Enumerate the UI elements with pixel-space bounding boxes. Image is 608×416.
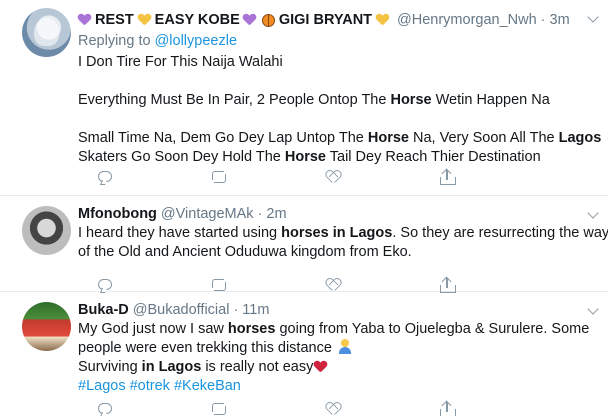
- yellow-heart-emoji-icon: [376, 14, 389, 26]
- like-button[interactable]: [324, 400, 342, 416]
- separator-dot: ·: [540, 12, 546, 28]
- separator-dot: ·: [257, 206, 263, 222]
- avatar-figure: [34, 18, 59, 46]
- reply-icon: [98, 171, 112, 182]
- replying-to-link[interactable]: @lollypeezle: [155, 33, 237, 49]
- replying-prefix: Replying to: [78, 33, 151, 49]
- hashtags: #Lagos #otrek #KekeBan: [78, 377, 584, 396]
- tweet-text: My God just now I saw horses going from …: [78, 320, 590, 396]
- avatar[interactable]: [22, 206, 71, 255]
- chevron-down-icon[interactable]: [586, 304, 600, 318]
- hashtag-link[interactable]: #Lagos: [78, 378, 126, 394]
- broken-heart-emoji-icon: [314, 361, 327, 373]
- tweet-text: I heard they have started using horses i…: [78, 224, 608, 262]
- like-icon: [326, 403, 340, 416]
- timestamp[interactable]: 2m: [266, 206, 286, 222]
- user-handle[interactable]: @Bukadofficial: [133, 302, 230, 318]
- purple-heart-emoji-icon: [78, 14, 91, 26]
- retweet-icon: [211, 279, 227, 291]
- highlighted-term: Horse: [367, 130, 409, 146]
- tweet-header: Buka-D @Bukadofficial · 11m: [78, 300, 269, 320]
- yellow-heart-emoji-icon: [138, 14, 151, 26]
- share-button[interactable]: [438, 400, 456, 416]
- reply-button[interactable]: [96, 168, 114, 186]
- tweet-line: Small Time Na, Dem Go Dey Lap Untop The …: [78, 130, 602, 146]
- retweet-icon: [211, 403, 227, 415]
- display-name-part[interactable]: REST: [95, 12, 134, 28]
- tweet-line: Surviving in Lagos is really not easy: [78, 358, 584, 377]
- timeline: REST EASY KOBE GIGI BRYANT @Henrymorgan_…: [0, 0, 608, 416]
- highlighted-term: Horse: [284, 149, 326, 165]
- display-name-part[interactable]: EASY KOBE: [155, 12, 240, 28]
- tweet-line: My God just now I saw horses going from …: [78, 321, 590, 337]
- chevron-down-icon[interactable]: [586, 12, 600, 26]
- share-icon: [440, 276, 456, 293]
- replying-to: Replying to @lollypeezle: [78, 33, 237, 49]
- purple-heart-emoji-icon: [243, 14, 256, 26]
- timestamp[interactable]: 11m: [242, 302, 269, 318]
- tweet-line: of the Old and Ancient Oduduwa kingdom f…: [78, 244, 412, 260]
- tweet-line: people were even trekking this distance: [78, 339, 584, 358]
- timestamp[interactable]: 3m: [550, 12, 570, 28]
- share-icon: [440, 400, 456, 416]
- like-button[interactable]: [324, 168, 342, 186]
- like-icon: [326, 279, 340, 292]
- avatar[interactable]: [22, 302, 71, 351]
- tweet-header: REST EASY KOBE GIGI BRYANT @Henrymorgan_…: [78, 10, 570, 30]
- share-button[interactable]: [438, 168, 456, 186]
- hashtag-link[interactable]: #otrek: [130, 378, 170, 394]
- tweet-line: I heard they have started using horses i…: [78, 225, 608, 241]
- tweet-line: Skaters Go Soon Dey Hold The Horse Tail …: [78, 149, 541, 165]
- tweet-2[interactable]: Mfonobong @VintageMAk · 2m I heard they …: [0, 196, 608, 293]
- tweet-text: I Don Tire For This Naija Walahi Everythi…: [78, 53, 602, 167]
- tweet-line: Everything Must Be In Pair, 2 People Ont…: [78, 92, 550, 108]
- reply-button[interactable]: [96, 400, 114, 416]
- retweet-button[interactable]: [210, 400, 228, 416]
- share-icon: [440, 168, 456, 185]
- hashtag-link[interactable]: #KekeBan: [174, 378, 241, 394]
- reply-icon: [98, 279, 112, 290]
- tweet-1[interactable]: REST EASY KOBE GIGI BRYANT @Henrymorgan_…: [0, 0, 608, 196]
- highlighted-term: Horse: [390, 92, 432, 108]
- display-name-part[interactable]: GIGI BRYANT: [279, 12, 372, 28]
- chevron-down-icon[interactable]: [586, 208, 600, 222]
- tweet-3[interactable]: Buka-D @Bukadofficial · 11m My God just …: [0, 292, 608, 416]
- reply-icon: [98, 403, 112, 414]
- tweet-line-text: Surviving in Lagos is really not easy: [78, 359, 314, 375]
- highlighted-term: horses in Lagos: [281, 225, 393, 241]
- avatar[interactable]: [22, 8, 71, 57]
- tweet-actions: [78, 168, 508, 186]
- highlighted-term: horses: [227, 321, 276, 337]
- user-handle[interactable]: @VintageMAk: [161, 206, 254, 222]
- user-handle[interactable]: @Henrymorgan_Nwh: [397, 12, 537, 28]
- like-icon: [326, 171, 340, 184]
- tweet-header: Mfonobong @VintageMAk · 2m: [78, 204, 287, 224]
- display-name[interactable]: Mfonobong: [78, 206, 157, 222]
- tweet-line: I Don Tire For This Naija Walahi: [78, 54, 283, 70]
- highlighted-term: in Lagos: [141, 359, 202, 375]
- tweet-line-text: people were even trekking this distance: [78, 340, 336, 356]
- separator-dot: ·: [233, 302, 239, 318]
- tweet-actions: [78, 400, 508, 416]
- basketball-emoji-icon: [261, 13, 275, 27]
- display-name[interactable]: Buka-D: [78, 302, 129, 318]
- person-shrugging-emoji-icon: [338, 339, 351, 354]
- retweet-button[interactable]: [210, 168, 228, 186]
- highlighted-term: Lagos: [558, 130, 602, 146]
- retweet-icon: [211, 171, 227, 183]
